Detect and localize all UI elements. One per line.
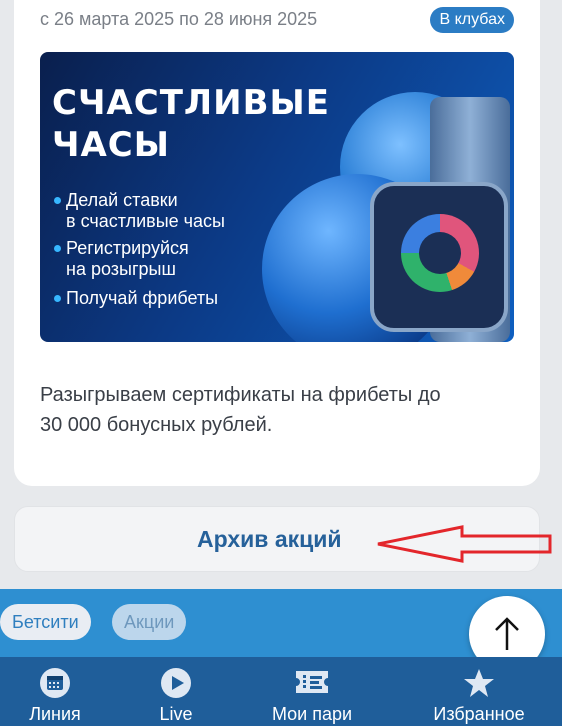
banner-title-line2: ЧАСЫ: [52, 125, 170, 165]
play-icon: [161, 668, 191, 698]
bullet-dot-icon: [54, 245, 61, 252]
bullet-dot-icon: [54, 197, 61, 204]
ticket-icon: [296, 671, 328, 693]
description-line: Разыгрываем сертификаты на фрибеты до: [40, 384, 441, 406]
annotation-arrow-icon: [377, 525, 552, 563]
breadcrumb-chip-betcity[interactable]: Бетсити: [0, 604, 91, 640]
tab-my-bets[interactable]: Мои пари: [262, 657, 362, 726]
location-badge: В клубах: [430, 7, 514, 33]
tab-label: Мои пари: [271, 704, 353, 724]
tab-label: Линия: [29, 704, 81, 724]
bullet-line: Регистрируйся: [66, 238, 189, 258]
bottom-tab-bar: Линия Live Мои пари Избранное: [0, 657, 562, 726]
bullet-line: на розыгрыш: [66, 259, 176, 279]
bullet-line: в счастливые часы: [66, 211, 225, 231]
promo-date-range: с 26 марта 2025 по 28 июня 2025: [40, 9, 318, 29]
tab-live[interactable]: Live: [136, 657, 216, 726]
banner-title: СЧАСТЛИВЫЕ ЧАСЫ: [52, 82, 372, 166]
arrow-up-icon: [495, 617, 519, 650]
smartwatch-image: [370, 182, 508, 332]
promo-card[interactable]: с 26 марта 2025 по 28 июня 2025 В клубах…: [14, 0, 540, 486]
bullet-dot-icon: [54, 295, 61, 302]
banner-bullet: Делай ставки в счастливые часы: [54, 190, 274, 232]
banner-bullet: Получай фрибеты: [54, 288, 274, 309]
bullet-line: Делай ставки: [66, 190, 178, 210]
banner-bullet: Регистрируйся на розыгрыш: [54, 238, 274, 280]
description-line: 30 000 бонусных рублей.: [40, 414, 273, 436]
tab-label: Избранное: [433, 704, 525, 724]
watch-ring-chart: [401, 214, 479, 292]
archive-button-label: Архив акций: [197, 526, 342, 552]
promo-description: Разыгрываем сертификаты на фрибеты до 30…: [40, 380, 516, 440]
tab-line[interactable]: Линия: [14, 657, 96, 726]
promo-banner[interactable]: СЧАСТЛИВЫЕ ЧАСЫ Делай ставки в счастливы…: [40, 52, 514, 342]
star-icon: [464, 669, 494, 697]
tab-label: Live: [159, 704, 193, 724]
breadcrumb-chip-promos[interactable]: Акции: [112, 604, 187, 640]
calendar-icon: [40, 668, 70, 698]
banner-title-line1: СЧАСТЛИВЫЕ: [52, 83, 330, 123]
tab-favorites[interactable]: Избранное: [424, 657, 534, 726]
bullet-line: Получай фрибеты: [66, 288, 219, 308]
